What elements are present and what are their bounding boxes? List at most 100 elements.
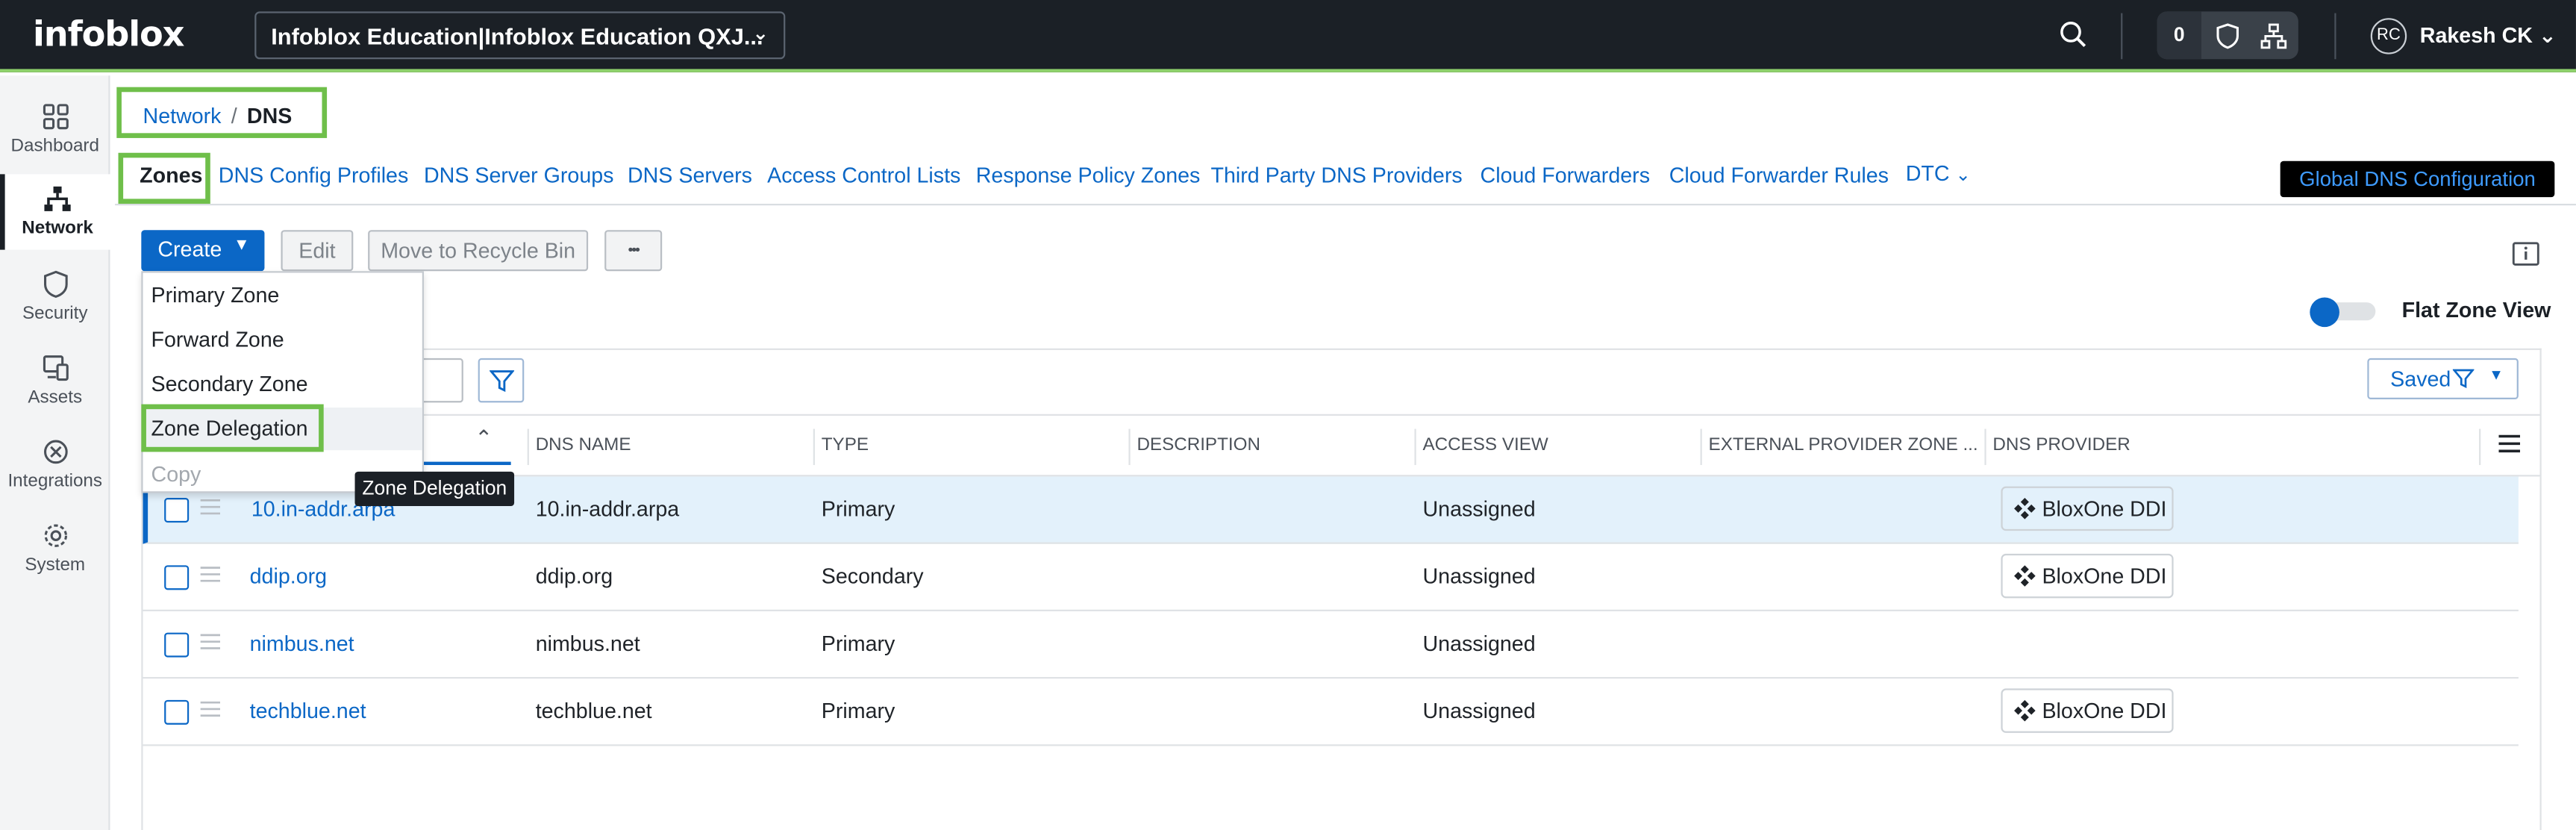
zone-name-link[interactable]: nimbus.net xyxy=(250,631,354,655)
table-row[interactable]: ddip.org ddip.org Secondary Unassigned B… xyxy=(143,544,2519,611)
column-header-external-provider-zone[interactable]: EXTERNAL PROVIDER ZONE ... xyxy=(1709,435,1978,455)
sort-ascending-icon[interactable]: ⌃ xyxy=(475,425,493,452)
tab-cloud-forwarder-rules[interactable]: Cloud Forwarder Rules xyxy=(1669,163,1889,187)
tab-cloud-forwarders[interactable]: Cloud Forwarders xyxy=(1481,163,1650,187)
assets-icon xyxy=(42,355,68,381)
sidebar-item-label: Assets xyxy=(28,387,83,408)
sidebar-item-assets[interactable]: Assets xyxy=(0,343,110,419)
table-row[interactable]: nimbus.net nimbus.net Primary Unassigned xyxy=(143,611,2519,679)
breadcrumb-separator: / xyxy=(231,103,237,128)
tab-dns-servers[interactable]: DNS Servers xyxy=(628,163,752,187)
network-icon[interactable] xyxy=(2260,23,2287,49)
dns-name-cell: 10.in-addr.arpa xyxy=(535,496,680,521)
sidebar-item-label: System xyxy=(25,555,86,575)
dns-provider-badge: BloxOne DDI xyxy=(2001,553,2174,599)
breadcrumb-network-link[interactable]: Network xyxy=(143,104,222,128)
access-view-cell: Unassigned xyxy=(1422,496,1536,521)
zone-name-link[interactable]: ddip.org xyxy=(250,564,327,588)
user-menu[interactable]: Rakesh CK ⌄ xyxy=(2420,23,2557,49)
sidebar-item-label: Integrations xyxy=(7,471,103,492)
column-divider xyxy=(1414,428,1416,466)
column-header-dns-name[interactable]: DNS NAME xyxy=(536,435,631,455)
breadcrumb: Network / DNS xyxy=(143,104,293,128)
menu-item-forward-zone[interactable]: Forward Zone xyxy=(151,327,284,352)
user-name: Rakesh CK xyxy=(2419,22,2533,48)
access-view-cell: Unassigned xyxy=(1422,564,1536,589)
search-icon[interactable] xyxy=(2058,19,2088,49)
chevron-down-icon: ⌄ xyxy=(2538,22,2557,48)
column-resize-indicator xyxy=(423,461,511,466)
menu-item-primary-zone[interactable]: Primary Zone xyxy=(151,283,280,308)
drag-handle-icon[interactable] xyxy=(200,700,221,718)
column-header-dns-provider[interactable]: DNS PROVIDER xyxy=(1992,435,2130,455)
dns-provider-badge: BloxOne DDI xyxy=(2001,486,2174,531)
caret-down-icon: ▼ xyxy=(233,237,250,255)
column-header-access-view[interactable]: ACCESS VIEW xyxy=(1422,435,1548,455)
row-checkbox[interactable] xyxy=(164,699,190,725)
column-divider xyxy=(1984,428,1986,466)
filter-icon xyxy=(2452,369,2475,389)
info-icon[interactable] xyxy=(2512,242,2539,266)
divider xyxy=(2334,13,2336,60)
tab-third-party-dns-providers[interactable]: Third Party DNS Providers xyxy=(1211,163,1463,187)
drag-handle-icon[interactable] xyxy=(200,498,221,516)
type-cell: Primary xyxy=(821,631,895,656)
row-checkbox[interactable] xyxy=(164,565,190,590)
drag-handle-icon[interactable] xyxy=(200,633,221,651)
drag-handle-icon[interactable] xyxy=(200,565,221,583)
flat-zone-view-toggle[interactable] xyxy=(2310,297,2376,328)
tab-zones[interactable]: Zones xyxy=(140,163,202,187)
sidebar-item-system[interactable]: System xyxy=(0,511,110,587)
create-button[interactable]: Create ▼ xyxy=(141,230,265,272)
sidebar-item-dashboard[interactable]: Dashboard xyxy=(0,92,110,167)
notification-group[interactable]: 0 xyxy=(2157,11,2298,60)
column-divider xyxy=(813,428,815,466)
shield-icon[interactable] xyxy=(2215,23,2241,49)
tooltip: Zone Delegation xyxy=(354,471,515,507)
menu-item-secondary-zone[interactable]: Secondary Zone xyxy=(151,372,308,396)
column-menu-icon[interactable] xyxy=(2498,434,2521,453)
highlight-box xyxy=(141,404,324,452)
sidebar-item-network[interactable]: Network xyxy=(0,174,110,250)
sidebar-item-label: Network xyxy=(22,218,93,239)
more-actions-button[interactable]: ••• xyxy=(604,230,663,272)
type-cell: Primary xyxy=(821,698,895,723)
column-header-description[interactable]: DESCRIPTION xyxy=(1137,435,1260,455)
flat-zone-view-label: Flat Zone View xyxy=(2401,297,2551,322)
account-selector[interactable]: Infoblox Education|Infoblox Education QX… xyxy=(254,11,786,60)
saved-filters-button[interactable]: Saved ▼ xyxy=(2367,358,2519,399)
tab-dtc[interactable]: DTC ⌄ xyxy=(1906,161,1971,186)
gear-icon xyxy=(43,524,66,547)
type-cell: Secondary xyxy=(821,564,924,589)
dns-name-cell: nimbus.net xyxy=(535,631,640,656)
create-dropdown-menu: Primary Zone Forward Zone Secondary Zone… xyxy=(141,271,424,493)
avatar[interactable]: RC xyxy=(2370,18,2407,54)
toggle-knob xyxy=(2310,297,2339,328)
divider xyxy=(115,203,2576,206)
sidebar-item-integrations[interactable]: Integrations xyxy=(0,427,110,502)
dns-provider-label: BloxOne DDI xyxy=(2042,564,2167,589)
tab-access-control-lists[interactable]: Access Control Lists xyxy=(767,163,960,187)
row-checkbox[interactable] xyxy=(164,498,190,523)
global-dns-configuration-button[interactable]: Global DNS Configuration xyxy=(2280,160,2555,198)
filter-icon xyxy=(490,370,515,393)
column-divider xyxy=(1700,428,1702,466)
menu-item-copy[interactable]: Copy xyxy=(151,462,201,487)
column-divider xyxy=(1128,428,1131,466)
row-checkbox[interactable] xyxy=(164,632,190,658)
dns-provider-badge: BloxOne DDI xyxy=(2001,688,2174,733)
column-header-type[interactable]: TYPE xyxy=(822,435,869,455)
tab-dns-config-profiles[interactable]: DNS Config Profiles xyxy=(219,163,409,187)
move-to-recycle-bin-button[interactable]: Move to Recycle Bin xyxy=(368,230,589,272)
notification-count[interactable]: 0 xyxy=(2157,11,2202,60)
filter-button[interactable] xyxy=(478,358,525,403)
sidebar-item-security[interactable]: Security xyxy=(0,260,110,335)
infoblox-logo[interactable]: infoblox xyxy=(33,15,184,54)
zone-name-link[interactable]: techblue.net xyxy=(250,699,366,723)
tab-response-policy-zones[interactable]: Response Policy Zones xyxy=(976,163,1201,187)
dns-name-cell: techblue.net xyxy=(535,698,652,723)
tab-dns-server-groups[interactable]: DNS Server Groups xyxy=(424,163,613,187)
dns-provider-label: BloxOne DDI xyxy=(2042,496,2167,521)
table-row[interactable]: techblue.net techblue.net Primary Unassi… xyxy=(143,678,2519,746)
edit-button[interactable]: Edit xyxy=(281,230,354,272)
